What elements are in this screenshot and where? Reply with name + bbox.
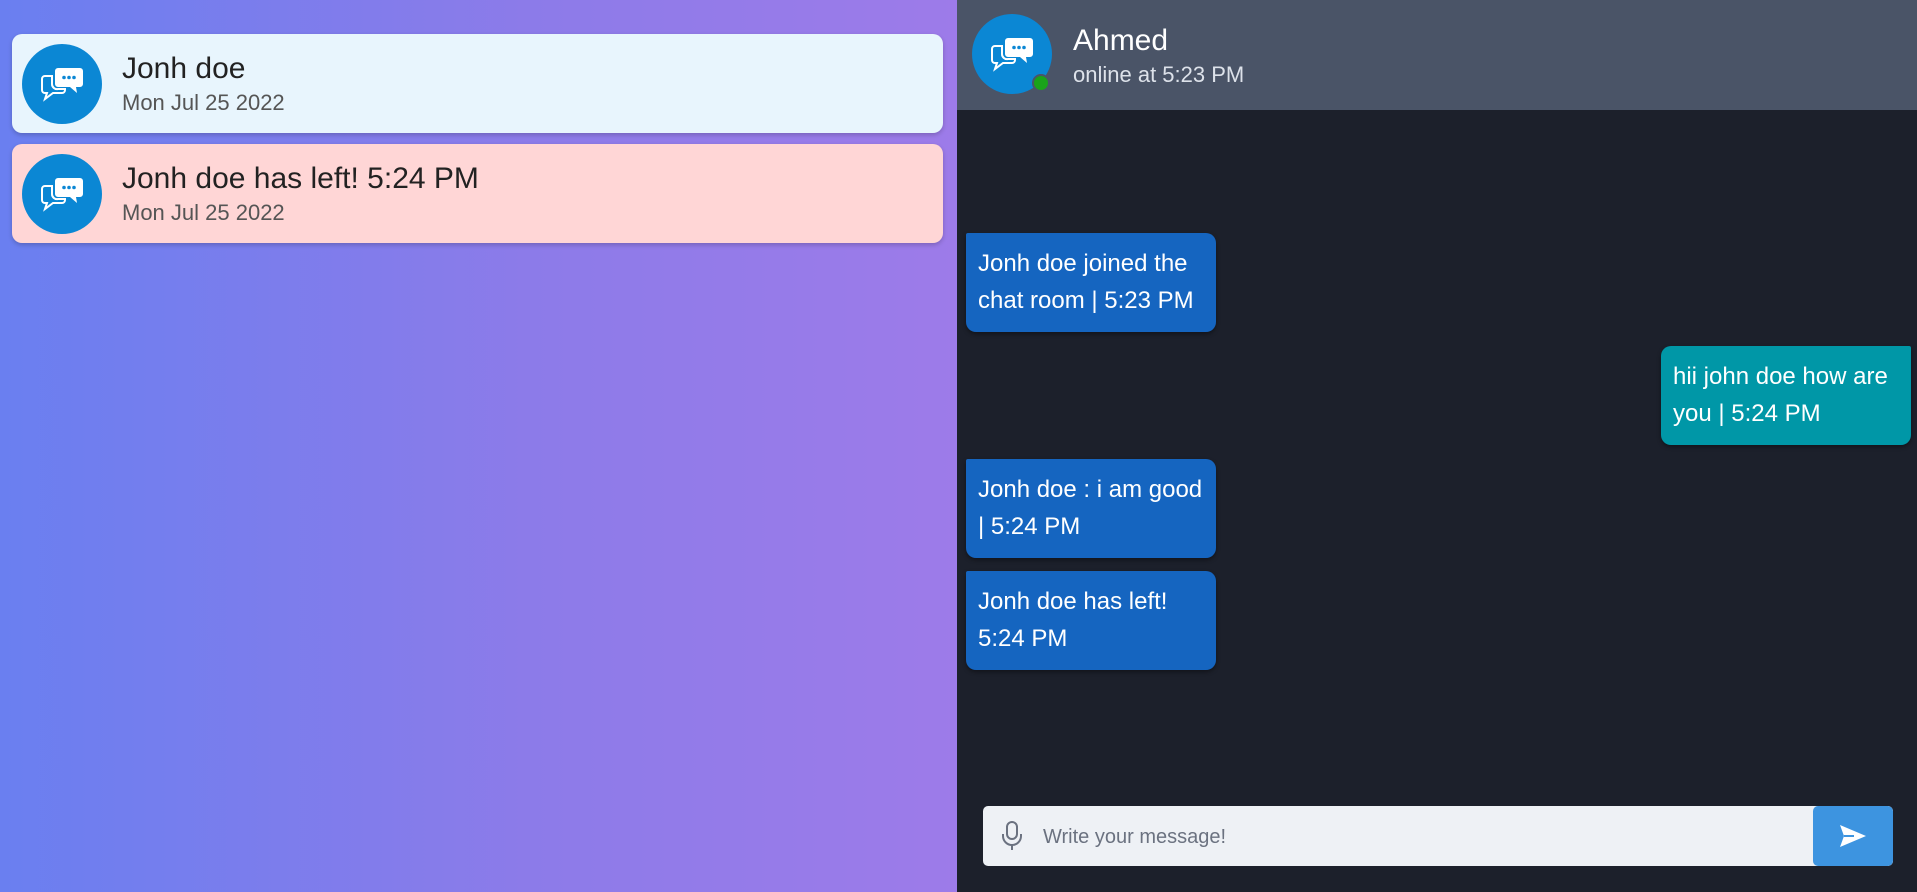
message-bubble-incoming: Jonh doe : i am good | 5:24 PM xyxy=(966,459,1216,558)
message-composer xyxy=(983,806,1893,866)
contact-avatar[interactable] xyxy=(972,14,1052,94)
message-input[interactable] xyxy=(1041,806,1785,866)
contact-status: online at 5:23 PM xyxy=(1073,62,1245,87)
message-bubble-incoming: Jonh doe joined the chat room | 5:23 PM xyxy=(966,233,1216,332)
message-bubble-incoming: Jonh doe has left! 5:24 PM xyxy=(966,571,1216,670)
card-title: Jonh doe has left! 5:24 PM xyxy=(122,161,479,195)
avatar xyxy=(22,43,102,124)
chat-bubbles-icon xyxy=(38,174,86,214)
card-date: Mon Jul 25 2022 xyxy=(122,199,285,225)
contact-name: Ahmed xyxy=(1073,24,1169,57)
notification-card-joined[interactable]: Jonh doe Mon Jul 25 2022 xyxy=(12,34,943,133)
send-button[interactable] xyxy=(1813,806,1893,866)
message-bubble-outgoing: hii john doe how are you | 5:24 PM xyxy=(1661,346,1911,445)
card-date: Mon Jul 25 2022 xyxy=(122,89,285,115)
online-indicator xyxy=(1032,74,1050,92)
card-title: Jonh doe xyxy=(122,51,246,85)
chat-header: Ahmed online at 5:23 PM xyxy=(957,0,1917,110)
chat-bubbles-icon xyxy=(38,64,86,104)
notification-card-left[interactable]: Jonh doe has left! 5:24 PM Mon Jul 25 20… xyxy=(12,144,943,243)
paper-plane-icon xyxy=(1840,825,1866,847)
conversation-list-panel: Jonh doe Mon Jul 25 2022 Jonh doe has le… xyxy=(0,0,957,892)
avatar xyxy=(22,153,102,234)
chat-panel: Ahmed online at 5:23 PM Jonh doe joined … xyxy=(957,0,1917,892)
chat-bubbles-icon xyxy=(988,34,1036,74)
microphone-icon[interactable] xyxy=(1001,820,1023,852)
